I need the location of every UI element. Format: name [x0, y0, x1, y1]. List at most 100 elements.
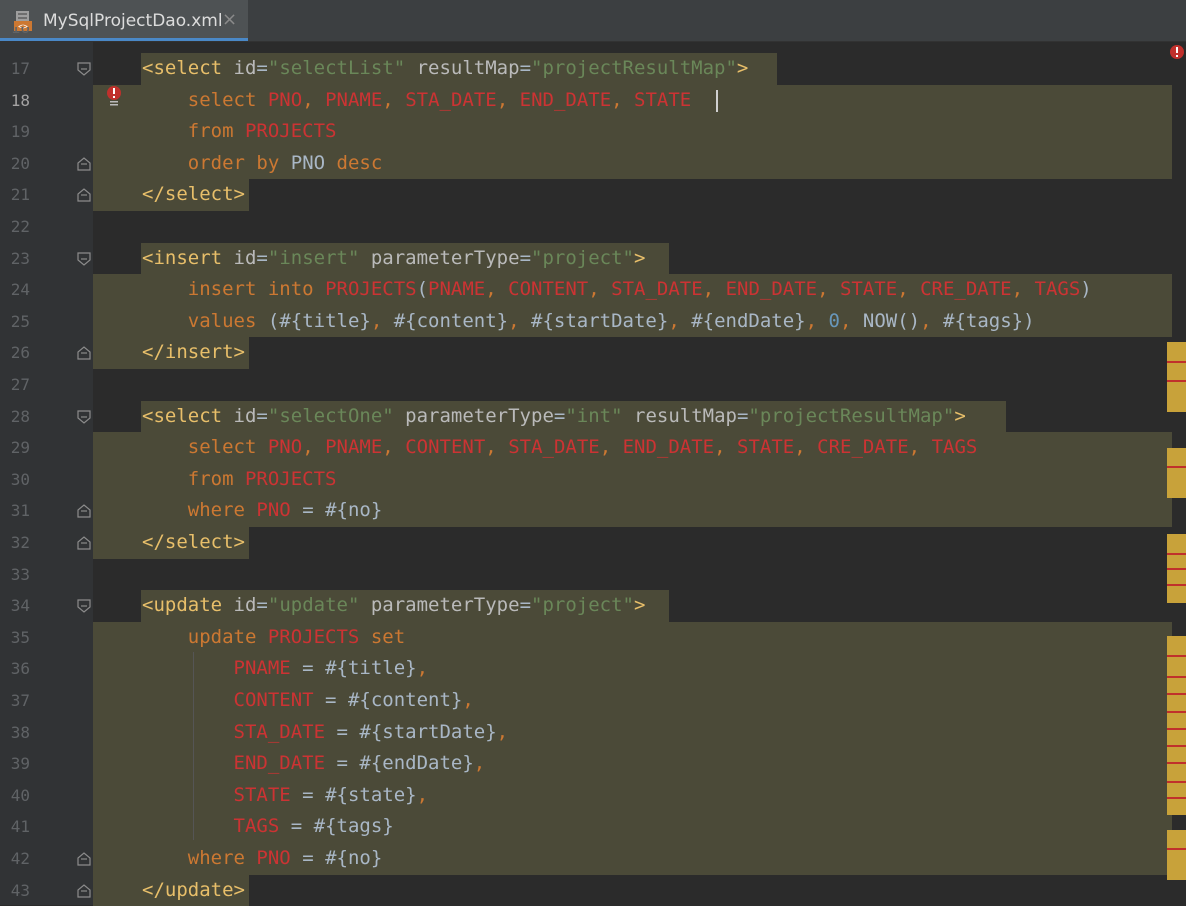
fold-marker-icon[interactable] — [77, 536, 91, 550]
highlight-gutter — [93, 779, 141, 812]
fold-marker-icon[interactable] — [77, 62, 91, 76]
fold-marker-icon[interactable] — [77, 346, 91, 360]
code-line[interactable]: order by PNO desc — [142, 148, 383, 180]
code-line[interactable]: from PROJECTS — [142, 116, 337, 148]
code-line[interactable]: select PNO, PNAME, STA_DATE, END_DATE, S… — [142, 85, 691, 117]
code-line[interactable]: insert into PROJECTS(PNAME, CONTENT, STA… — [142, 274, 1092, 306]
highlight-gutter — [93, 179, 141, 211]
code-line[interactable]: </select> — [142, 527, 245, 559]
fold-marker-icon[interactable] — [77, 188, 91, 202]
line-number: 23 — [10, 248, 30, 268]
highlight-gutter — [93, 274, 141, 306]
highlight-gutter — [93, 748, 141, 780]
fold-marker-icon[interactable] — [77, 852, 91, 866]
file-tab[interactable]: <> MySqlProjectDao.xml × — [0, 0, 248, 41]
warning-marker[interactable] — [1167, 636, 1186, 815]
error-marker[interactable] — [1167, 781, 1186, 783]
line-number: 34 — [10, 596, 30, 616]
line-number: 28 — [10, 406, 30, 426]
line-number: 43 — [10, 880, 30, 900]
line-number: 33 — [10, 564, 30, 584]
error-marker[interactable] — [1167, 676, 1186, 678]
code-line[interactable]: where PNO = #{no} — [142, 843, 383, 875]
error-indicator-icon[interactable] — [1169, 44, 1185, 62]
error-marker[interactable] — [1167, 380, 1186, 382]
highlight-gutter — [93, 432, 141, 464]
line-number: 18 — [10, 90, 30, 110]
line-number: 29 — [10, 438, 30, 458]
line-number: 38 — [10, 722, 30, 742]
close-tab-icon[interactable]: × — [222, 9, 237, 30]
text-caret — [716, 90, 718, 112]
code-line[interactable]: TAGS = #{tags} — [142, 811, 394, 843]
code-line[interactable]: where PNO = #{no} — [142, 495, 383, 527]
warning-marker[interactable] — [1167, 448, 1186, 498]
highlight-gutter — [93, 463, 141, 496]
line-number: 41 — [10, 817, 30, 837]
error-marker[interactable] — [1167, 361, 1186, 363]
code-line[interactable]: <insert id="insert" parameterType="proje… — [142, 243, 645, 275]
code-line[interactable]: CONTENT = #{content}, — [142, 685, 474, 717]
error-marker[interactable] — [1167, 584, 1186, 586]
indent-guide — [193, 652, 194, 840]
error-marker[interactable] — [1167, 728, 1186, 730]
fold-marker-icon[interactable] — [77, 157, 91, 171]
line-number: 40 — [10, 785, 30, 805]
line-number: 22 — [10, 217, 30, 236]
line-number: 30 — [10, 469, 30, 489]
code-line[interactable]: <select id="selectOne" parameterType="in… — [142, 401, 966, 433]
error-marker[interactable] — [1167, 711, 1186, 713]
code-line[interactable]: <update id="update" parameterType="proje… — [142, 590, 645, 622]
code-line[interactable]: select PNO, PNAME, CONTENT, STA_DATE, EN… — [142, 432, 978, 464]
fold-marker-icon[interactable] — [77, 883, 91, 898]
warning-marker[interactable] — [1167, 342, 1186, 412]
fold-marker-icon[interactable] — [77, 251, 91, 266]
code-line[interactable]: <select id="selectList" resultMap="proje… — [142, 53, 748, 85]
error-marker[interactable] — [1167, 553, 1186, 555]
line-number: 17 — [10, 59, 30, 78]
fold-marker-icon[interactable] — [77, 504, 91, 518]
error-marker[interactable] — [1167, 693, 1186, 695]
line-number: 26 — [10, 343, 30, 363]
warning-marker[interactable] — [1167, 830, 1186, 880]
code-line[interactable]: </update> — [142, 875, 245, 906]
fold-marker-icon[interactable] — [77, 409, 91, 424]
error-marker[interactable] — [1167, 797, 1186, 799]
highlight-gutter — [93, 653, 141, 685]
code-line[interactable]: update PROJECTS set — [142, 622, 405, 654]
error-marker[interactable] — [1167, 568, 1186, 570]
highlight-gutter — [93, 685, 141, 717]
error-marker[interactable] — [1167, 848, 1186, 850]
code-line[interactable]: STATE = #{state}, — [142, 780, 429, 812]
line-number: 32 — [10, 533, 30, 552]
highlight-gutter — [93, 621, 141, 654]
highlight-gutter — [93, 116, 141, 148]
code-line[interactable]: from PROJECTS — [142, 464, 337, 496]
error-marker[interactable] — [1167, 745, 1186, 747]
line-number: 25 — [10, 311, 30, 331]
tab-title: MySqlProjectDao.xml — [43, 11, 223, 31]
error-marker[interactable] — [1167, 655, 1186, 657]
highlight-gutter — [93, 811, 141, 843]
highlight-gutter — [93, 874, 141, 906]
highlight-gutter — [93, 495, 141, 527]
line-number: 24 — [10, 280, 30, 300]
error-bulb-icon[interactable] — [106, 86, 122, 106]
code-line[interactable]: PNAME = #{title}, — [142, 653, 429, 685]
fold-marker-icon[interactable] — [77, 599, 91, 613]
code-line[interactable]: </select> — [142, 179, 245, 211]
line-number: 19 — [10, 122, 30, 142]
line-number: 21 — [10, 185, 30, 205]
code-line[interactable]: </insert> — [142, 337, 245, 369]
highlight-gutter — [93, 337, 141, 369]
code-line[interactable]: values (#{title}, #{content}, #{startDat… — [142, 306, 1035, 338]
highlight-gutter — [93, 527, 141, 559]
line-number: 42 — [10, 849, 30, 868]
error-marker[interactable] — [1167, 466, 1186, 468]
editor-tab-bar: <> MySqlProjectDao.xml × — [0, 0, 1186, 42]
highlight-gutter — [93, 147, 141, 180]
line-number: 35 — [10, 627, 30, 647]
code-line[interactable]: STA_DATE = #{startDate}, — [142, 717, 509, 749]
error-marker[interactable] — [1167, 762, 1186, 764]
line-number: 36 — [10, 659, 30, 679]
